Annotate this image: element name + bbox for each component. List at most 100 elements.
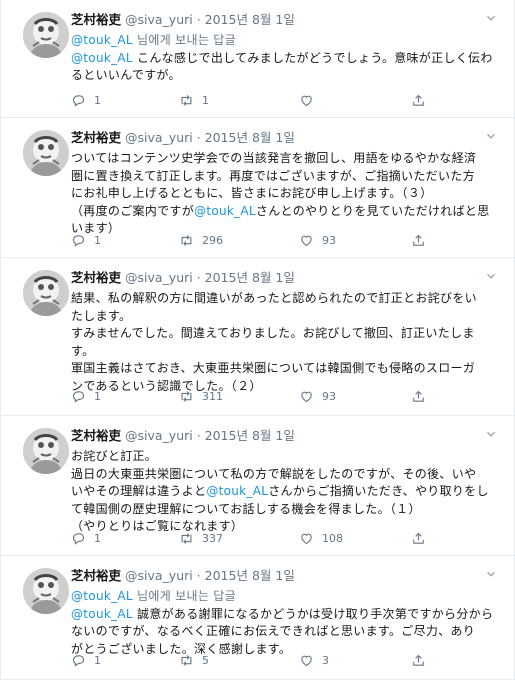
reply-button[interactable]: 1 — [71, 231, 101, 249]
reply-button[interactable]: 1 — [71, 91, 101, 109]
reply-button[interactable]: 1 — [71, 651, 101, 669]
share-button[interactable] — [411, 91, 426, 109]
text-line: @touk_AL 誠意がある謝罪になるかどうかは受け取り手次第ですから分から — [71, 606, 501, 624]
retweet-icon — [179, 531, 194, 546]
display-name[interactable]: 芝村裕吏 — [71, 12, 121, 27]
mention-link[interactable]: @touk_AL — [206, 484, 268, 498]
tweet-date[interactable]: 2015년 8월 1일 — [205, 270, 295, 285]
text-segment: 軍国主義はさておき、大東亜共栄圏については韓国側でも侵略のスローガ — [71, 361, 476, 375]
text-segment: ついてはコンテンツ史学会での当該発言を撤回し、用語をゆるやかな経済 — [71, 151, 477, 165]
display-name[interactable]: 芝村裕吏 — [71, 428, 121, 443]
share-button[interactable] — [411, 529, 426, 547]
share-icon — [411, 233, 426, 248]
tweet[interactable]: 芝村裕吏 @siva_yuri · 2015년 8월 1일 結果、私の解釈の方に間… — [1, 258, 514, 416]
user-handle[interactable]: @siva_yuri — [125, 428, 193, 443]
tweet[interactable]: 芝村裕吏 @siva_yuri · 2015년 8월 1일 @touk_AL 님에… — [1, 556, 514, 680]
tweet-actions: 1 5 3 — [71, 651, 491, 669]
tweet-actions: 1 311 93 — [71, 387, 491, 405]
tweet-text: @touk_AL 님에게 보내는 답글 @touk_AL こんな感じで出してみまし… — [71, 32, 501, 85]
text-line: @touk_AL 님에게 보내는 답글 — [71, 32, 501, 50]
reply-count: 1 — [94, 531, 101, 545]
chevron-down-icon[interactable] — [484, 10, 498, 24]
text-line: @touk_AL 님에게 보내는 답글 — [71, 588, 501, 606]
mention-link[interactable]: @touk_AL — [71, 589, 133, 603]
reply-context: 님에게 보내는 답글 — [132, 33, 236, 47]
like-count: 108 — [322, 531, 343, 545]
like-button[interactable]: 93 — [299, 231, 336, 249]
text-segment: すみませんでした。間違えておりました。お詫びして撤回、訂正いたしま — [71, 326, 475, 340]
display-name[interactable]: 芝村裕吏 — [71, 568, 121, 583]
text-line: たします。 — [71, 308, 501, 326]
tweet[interactable]: 芝村裕吏 @siva_yuri · 2015년 8월 1일 @touk_AL 님에… — [1, 0, 514, 118]
retweet-icon — [179, 653, 194, 668]
retweet-count: 1 — [202, 93, 209, 107]
share-button[interactable] — [411, 651, 426, 669]
share-button[interactable] — [411, 387, 426, 405]
avatar[interactable] — [23, 428, 69, 474]
like-button[interactable]: 108 — [299, 529, 343, 547]
tweet-actions: 11 — [71, 91, 491, 109]
text-segment: 過日の大東亜共栄圏について私の方で解説をしたのですが、その後、いや — [71, 466, 477, 481]
separator-dot: · — [192, 270, 205, 285]
text-segment: こんな感じで出してみましたがどうでしょう。意味が正しく伝わ — [132, 50, 493, 65]
retweet-button[interactable]: 337 — [179, 529, 223, 547]
separator-dot: · — [192, 568, 205, 583]
text-line: @touk_AL こんな感じで出してみましたがどうでしょう。意味が正しく伝わ — [71, 50, 501, 68]
mention-link[interactable]: @touk_AL — [71, 51, 133, 65]
avatar[interactable] — [23, 130, 69, 176]
display-name[interactable]: 芝村裕吏 — [71, 270, 121, 285]
like-count: 93 — [322, 233, 336, 247]
tweet-text: 結果、私の解釈の方に間違いがあったと認められたので訂正とお詫びをいたします。 すみ… — [71, 290, 501, 395]
user-handle[interactable]: @siva_yuri — [125, 12, 193, 27]
separator-dot: · — [192, 428, 205, 443]
share-button[interactable] — [411, 231, 426, 249]
tweet-date[interactable]: 2015년 8월 1일 — [205, 12, 295, 27]
avatar[interactable] — [23, 270, 69, 316]
text-line: ないのですが、なるべく正確にお伝えできればと思います。ご尽力、あり — [71, 623, 501, 641]
text-line: いやその理解は違うよと@touk_ALさんからご指摘いただき、やり取りをし — [71, 483, 501, 501]
text-line: 圏に置き換えて訂正します。再度ではございますが、ご指摘いただいた方 — [71, 168, 501, 186]
retweet-icon — [179, 233, 194, 248]
like-count: 93 — [322, 389, 336, 403]
mention-link[interactable]: @touk_AL — [71, 607, 133, 621]
retweet-button[interactable]: 5 — [179, 651, 209, 669]
text-line: す。 — [71, 343, 501, 361]
tweet-date[interactable]: 2015년 8월 1일 — [205, 130, 295, 145]
avatar[interactable] — [23, 568, 69, 614]
like-button[interactable]: 3 — [299, 651, 329, 669]
text-line: るといいんですが。 — [71, 67, 501, 85]
retweet-icon — [179, 389, 194, 404]
mention-link[interactable]: @touk_AL — [194, 204, 256, 218]
user-handle[interactable]: @siva_yuri — [125, 568, 193, 583]
tweet[interactable]: 芝村裕吏 @siva_yuri · 2015년 8월 1일 ついてはコンテンツ史学… — [1, 118, 514, 258]
tweet-date[interactable]: 2015년 8월 1일 — [205, 428, 295, 443]
display-name[interactable]: 芝村裕吏 — [71, 130, 121, 145]
avatar[interactable] — [23, 12, 69, 58]
tweet-date[interactable]: 2015년 8월 1일 — [205, 568, 295, 583]
like-button[interactable]: 93 — [299, 387, 336, 405]
retweet-button[interactable]: 311 — [179, 387, 223, 405]
chevron-down-icon[interactable] — [484, 268, 498, 282]
text-segment: 誠意がある謝罪になるかどうかは受け取り手次第ですから分から — [132, 606, 494, 621]
reply-icon — [71, 93, 86, 108]
user-handle[interactable]: @siva_yuri — [125, 130, 193, 145]
reply-button[interactable]: 1 — [71, 387, 101, 405]
chevron-down-icon[interactable] — [484, 566, 498, 580]
retweet-button[interactable]: 296 — [179, 231, 223, 249]
retweet-button[interactable]: 1 — [179, 91, 209, 109]
text-line: 過日の大東亜共栄圏について私の方で解説をしたのですが、その後、いや — [71, 466, 501, 484]
user-handle[interactable]: @siva_yuri — [125, 270, 193, 285]
tweet-header: 芝村裕吏 @siva_yuri · 2015년 8월 1일 — [71, 428, 295, 444]
text-segment: さんとのやりとりを見ていただければと思 — [255, 203, 490, 218]
like-button[interactable] — [299, 91, 322, 109]
text-line: お詫びと訂正。 — [71, 448, 501, 466]
chevron-down-icon[interactable] — [484, 426, 498, 440]
text-segment: 結果、私の解釈の方に間違いがあったと認められたので訂正とお詫びをい — [71, 291, 477, 305]
mention-link[interactable]: @touk_AL — [71, 33, 133, 47]
reply-button[interactable]: 1 — [71, 529, 101, 547]
tweet-header: 芝村裕吏 @siva_yuri · 2015년 8월 1일 — [71, 12, 295, 28]
tweet-header: 芝村裕吏 @siva_yuri · 2015년 8월 1일 — [71, 130, 295, 146]
chevron-down-icon[interactable] — [484, 128, 498, 142]
text-segment: （再度のご案内ですが — [71, 203, 195, 218]
tweet[interactable]: 芝村裕吏 @siva_yuri · 2015년 8월 1일 お詫びと訂正。 過日の大… — [1, 416, 514, 556]
